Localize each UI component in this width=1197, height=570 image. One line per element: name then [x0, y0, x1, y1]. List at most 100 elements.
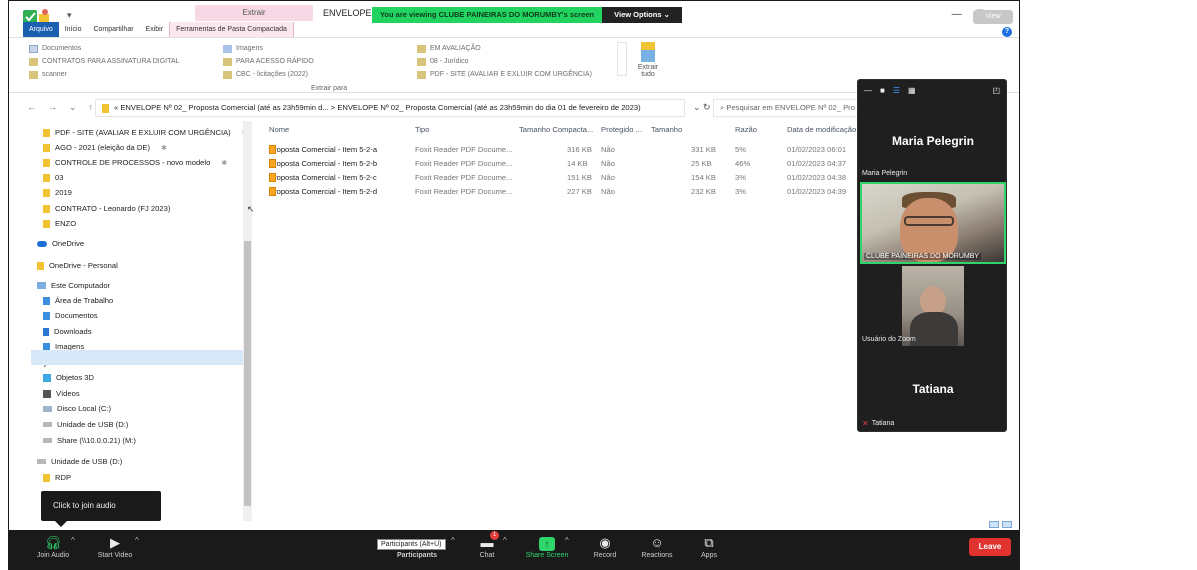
recent-dropdown-icon[interactable]: ⌄: [69, 102, 77, 113]
minimize-icon[interactable]: —: [952, 9, 962, 20]
details-view-icon[interactable]: [989, 521, 999, 528]
column-header-protegido[interactable]: Protegido ...: [601, 125, 642, 134]
leave-button[interactable]: Leave: [969, 538, 1011, 556]
file-row[interactable]: Proposta Comercial - Item 5-2-d Foxit Rea…: [259, 187, 859, 200]
folder-icon: [43, 143, 50, 152]
apps-button[interactable]: ⧉ Apps: [679, 534, 739, 559]
column-header-tipo[interactable]: Tipo: [415, 125, 430, 134]
tab-exibir[interactable]: Exibir: [140, 22, 170, 37]
column-header-razao[interactable]: Razão: [735, 125, 757, 134]
search-input[interactable]: ⌕ Pesquisar em ENVELOPE Nº 02_ Pro: [713, 99, 863, 117]
reactions-icon: ☺: [650, 535, 664, 550]
up-icon[interactable]: ↑: [89, 102, 94, 113]
participant-video-usuario[interactable]: [902, 266, 964, 346]
large-icons-view-icon[interactable]: [1002, 521, 1012, 528]
sidebar-item[interactable]: Objetos 3D: [43, 370, 94, 385]
view-options-button[interactable]: View Options ⌄: [602, 7, 682, 23]
sidebar-item[interactable]: CONTRATO - Leonardo (FJ 2023): [43, 201, 170, 216]
sidebar-item[interactable]: Este Computador: [37, 278, 110, 293]
sidebar-item[interactable]: AGO - 2021 (eleição da DE) ✱: [43, 140, 167, 155]
ribbon-item[interactable]: CONTRATOS PARA ASSINATURA DIGITAL: [29, 55, 179, 68]
sidebar-item-label: Este Computador: [51, 281, 111, 290]
file-row[interactable]: Proposta Comercial - Item 5-2-b Foxit Rea…: [259, 159, 859, 172]
ribbon-item[interactable]: Imagens: [223, 42, 314, 55]
ribbon-item[interactable]: 08 - Jurídico: [417, 55, 592, 68]
sidebar-item-label: Share (\\10.0.0.21) (M:): [57, 436, 136, 445]
sidebar-item[interactable]: Vídeos: [43, 386, 80, 401]
speaker-view-icon[interactable]: ☰: [893, 86, 900, 95]
sidebar-item[interactable]: OneDrive: [37, 236, 84, 251]
participant-small-name: Maria Pelegrin: [862, 170, 908, 177]
sidebar-item-label: CONTROLE DE PROCESSOS - novo modelo: [55, 158, 211, 167]
sidebar-item[interactable]: Downloads: [43, 324, 92, 339]
folder-icon: [43, 128, 50, 137]
sidebar-item[interactable]: 2019: [43, 185, 72, 200]
video-options-caret-icon[interactable]: ^: [135, 536, 139, 545]
record-icon: ◉: [599, 535, 611, 550]
ribbon-item[interactable]: scanner: [29, 68, 179, 81]
file-cell-protected: Não: [601, 159, 615, 168]
sidebar-item[interactable]: Área de Trabalho: [43, 293, 113, 308]
file-cell-type: Foxit Reader PDF Docume...: [415, 159, 513, 168]
ribbon-gallery-scroll[interactable]: [617, 42, 627, 76]
ribbon-item[interactable]: PDF - SITE (AVALIAR E EXLUIR COM URGÊNCI…: [417, 68, 592, 81]
sidebar-item[interactable]: Share (\\10.0.0.21) (M:): [43, 433, 136, 448]
hide-video-icon[interactable]: ■: [880, 86, 885, 95]
zoom-view-button[interactable]: View: [973, 10, 1013, 24]
expand-icon[interactable]: ◰: [992, 86, 1000, 95]
file-cell-name: Proposta Comercial - Item 5-2-b: [269, 159, 377, 168]
forward-icon[interactable]: →: [48, 102, 57, 113]
share-caret-icon[interactable]: ^: [565, 536, 569, 545]
ribbon-item[interactable]: CBC - licitações (2022): [223, 68, 314, 81]
sidebar-item[interactable]: ENZO: [43, 216, 76, 231]
sidebar-item[interactable]: 03: [43, 170, 63, 185]
sidebar-item[interactable]: CONTROLE DE PROCESSOS - novo modelo ✱: [43, 155, 227, 170]
sidebar-item[interactable]: RDP: [43, 470, 71, 485]
tab-inicio[interactable]: Início: [59, 22, 88, 37]
column-header-nome[interactable]: Nome: [269, 125, 289, 134]
column-header-tamanho[interactable]: Tamanho: [651, 125, 682, 134]
tab-arquivo[interactable]: Arquivo: [23, 22, 59, 37]
address-bar[interactable]: « ENVELOPE Nº 02_ Proposta Comercial (at…: [95, 99, 685, 117]
ribbon-item[interactable]: PARA ACESSO RÁPIDO: [223, 55, 314, 68]
pin-icon[interactable]: ✱: [161, 144, 167, 152]
audio-options-caret-icon[interactable]: ^: [71, 536, 75, 545]
sidebar-item[interactable]: Documentos: [43, 308, 98, 323]
scrollbar-thumb[interactable]: [244, 241, 251, 506]
file-row[interactable]: Proposta Comercial - Item 5-2-c Foxit Rea…: [259, 173, 859, 186]
nav-scrollbar[interactable]: [243, 121, 252, 521]
participant-video-label: CLUBE PAINEIRAS DO MORUMBY: [864, 253, 982, 260]
reactions-button[interactable]: ☺ Reactions: [627, 534, 687, 559]
sidebar-item[interactable]: OneDrive - Personal: [37, 258, 118, 273]
sidebar-item-label: PDF - SITE (AVALIAR E EXLUIR COM URGÊNCI…: [55, 128, 231, 137]
participant-video-clube[interactable]: CLUBE PAINEIRAS DO MORUMBY: [860, 182, 1006, 264]
sidebar-item[interactable]: Unidade de USB (D:): [37, 454, 122, 469]
record-button[interactable]: ◉ Record: [575, 534, 635, 559]
back-icon[interactable]: ←: [27, 102, 36, 113]
participant-tile-tatiana[interactable]: Tatiana: [858, 382, 1008, 396]
quick-access-dropdown-icon[interactable]: ▾: [67, 10, 72, 21]
column-header-tamanho-compactado[interactable]: Tamanho Compacta...: [519, 125, 593, 134]
participants-caret-icon[interactable]: ^: [451, 536, 455, 545]
sidebar-item[interactable]: Unidade de USB (D:): [43, 417, 128, 432]
gallery-view-icon[interactable]: ▦: [908, 86, 916, 95]
help-icon[interactable]: ?: [1002, 27, 1012, 37]
folder-icon: [43, 204, 50, 213]
minimize-gallery-icon[interactable]: —: [864, 86, 872, 95]
tab-ferramentas-pasta-compactada[interactable]: Ferramentas de Pasta Compactada: [169, 22, 294, 37]
ribbon-item[interactable]: Documentos: [29, 42, 179, 55]
pin-icon[interactable]: ✱: [221, 159, 227, 167]
chat-button[interactable]: ▬ Chat: [457, 534, 517, 559]
extrair-todo-button[interactable]: Extrair tudo: [637, 42, 659, 78]
cube-icon: [43, 373, 51, 382]
column-header-data[interactable]: Data de modificação: [787, 125, 856, 134]
ribbon-item[interactable]: EM AVALIAÇÃO: [417, 42, 592, 55]
sidebar-item[interactable]: PDF - SITE (AVALIAR E EXLUIR COM URGÊNCI…: [43, 125, 248, 140]
sidebar-item[interactable]: Disco Local (C:): [43, 401, 111, 416]
file-name: Proposta Comercial - Item 5-2-a: [269, 145, 378, 154]
chat-caret-icon[interactable]: ^: [503, 536, 507, 545]
zip-icon: [641, 42, 655, 62]
tab-compartilhar[interactable]: Compartilhar: [87, 22, 139, 37]
file-row[interactable]: Proposta Comercial - Item 5-2-a Foxit Rea…: [259, 145, 859, 158]
refresh-icon[interactable]: ⌄ ↻: [693, 102, 711, 113]
